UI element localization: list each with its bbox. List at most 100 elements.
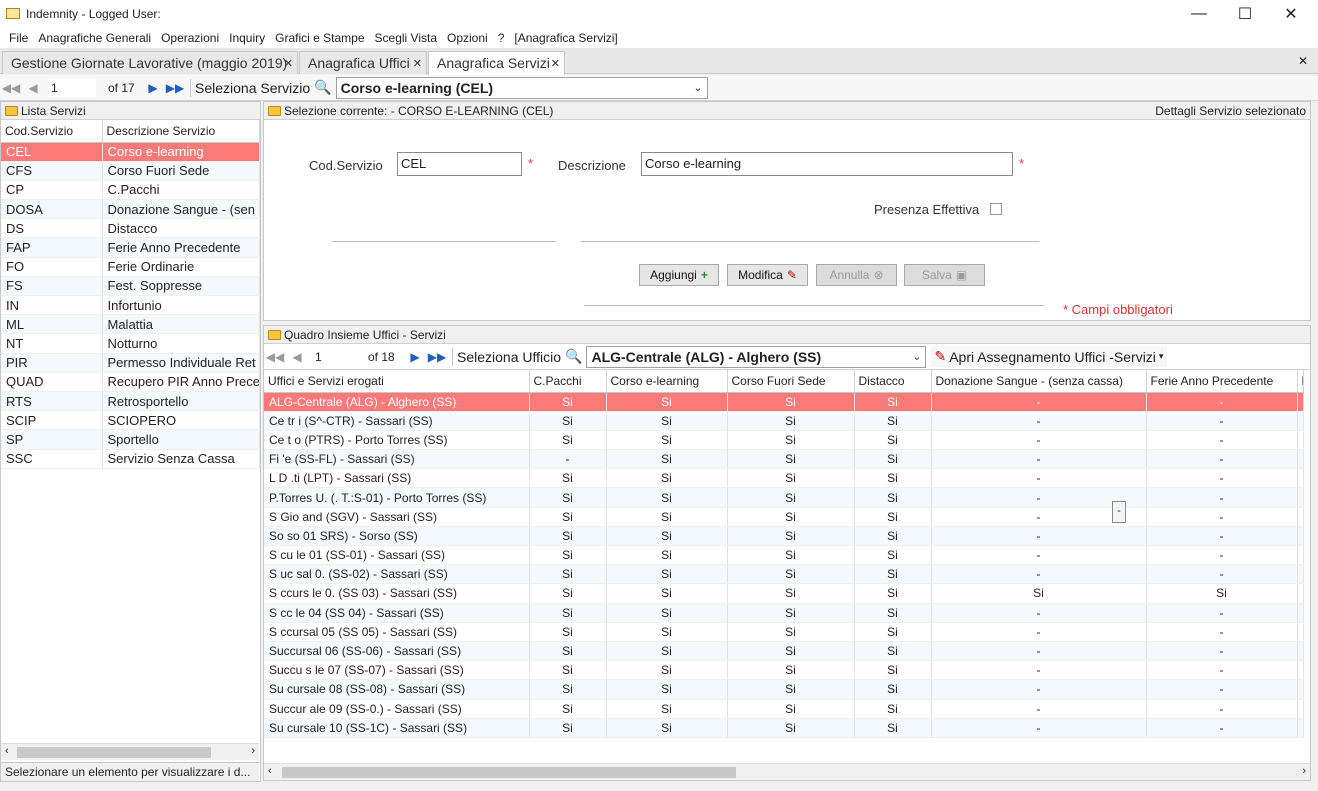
scroll-right-icon[interactable]: › — [251, 745, 255, 757]
desc-input[interactable]: Corso e-learning — [641, 152, 1013, 176]
table-row[interactable]: S cu le 01 (SS-01) - Sassari (SS) Si Si Si S… — [264, 545, 1304, 566]
scroll-left-icon[interactable]: ‹ — [5, 745, 9, 757]
list-item[interactable]: NT Notturno — [1, 333, 260, 354]
list-item[interactable]: CEL Corso e-learning — [1, 142, 260, 162]
float-button[interactable]: - — [1112, 501, 1126, 523]
column-header[interactable]: C.Pacchi — [529, 370, 607, 393]
menu-file[interactable]: File — [4, 28, 33, 48]
grid-hscrollbar[interactable]: ‹ › — [264, 763, 1310, 780]
close-tab-icon[interactable]: ✕ — [284, 57, 293, 70]
list-item[interactable]: IN Infortunio — [1, 295, 260, 316]
list-item[interactable]: SP Sportello — [1, 429, 260, 450]
table-row[interactable]: Su cursale 08 (SS-08) - Sassari (SS) Si Si… — [264, 679, 1304, 700]
list-item[interactable]: FO Ferie Ordinarie — [1, 257, 260, 277]
prev-record-icon[interactable]: ◀ — [22, 81, 44, 95]
tab-gestione-giornate[interactable]: Gestione Giornate Lavorative (maggio 201… — [2, 51, 298, 74]
scroll-thumb[interactable] — [282, 767, 736, 778]
column-header[interactable]: Uffici e Servizi erogati — [264, 370, 530, 393]
column-header[interactable]: Ferie Anno Precedente — [1146, 370, 1298, 393]
scroll-right-icon[interactable]: › — [1302, 765, 1306, 777]
minimize-icon[interactable]: — — [1176, 0, 1222, 28]
menu-inquiry[interactable]: Inquiry — [224, 28, 270, 48]
table-row[interactable]: L D .ti (LPT) - Sassari (SS) Si Si Si Si - - — [264, 468, 1304, 489]
list-item[interactable]: DOSA Donazione Sangue - (sen — [1, 199, 260, 220]
table-row[interactable]: S cc le 04 (SS 04) - Sassari (SS) Si Si Si S… — [264, 603, 1304, 623]
scroll-left-icon[interactable]: ‹ — [268, 765, 272, 777]
chevron-down-icon[interactable]: ⌄ — [693, 81, 702, 94]
table-row[interactable]: Succur ale 09 (SS-0.) - Sassari (SS) Si Si… — [264, 699, 1304, 719]
tab-anagrafica-uffici[interactable]: Anagrafica Uffici ✕ — [299, 51, 427, 74]
list-item[interactable]: CFS Corso Fuori Sede — [1, 161, 260, 181]
table-row[interactable]: S uc sal 0. (SS-02) - Sassari (SS) Si Si Si… — [264, 564, 1304, 585]
menu-anagrafiche[interactable]: Anagrafiche Generali — [33, 28, 156, 48]
table-row[interactable]: S ccurs le 0. (SS 03) - Sassari (SS) Si Si… — [264, 583, 1304, 604]
cod-input[interactable]: CEL — [397, 152, 522, 176]
table-row[interactable]: Fi 'e (SS-FL) - Sassari (SS) - Si Si Si - - — [264, 449, 1304, 470]
table-row[interactable]: Ce t o (PTRS) - Porto Torres (SS) Si Si Si S… — [264, 430, 1304, 451]
table-row[interactable]: S ccursal 05 (SS 05) - Sassari (SS) Si Si S… — [264, 622, 1304, 642]
list-item[interactable]: PIR Permesso Individuale Ret — [1, 353, 260, 373]
table-row[interactable]: Succursal 06 (SS-06) - Sassari (SS) Si Si S… — [264, 641, 1304, 662]
table-row[interactable]: Succu s le 07 (SS-07) - Sassari (SS) Si Si… — [264, 660, 1304, 681]
assign-button[interactable]: ✎ Apri Assegnamento Uffici -Servizi ▾ — [930, 346, 1168, 367]
col-cod-servizio[interactable]: Cod.Servizio — [1, 120, 103, 143]
menu-operazioni[interactable]: Operazioni — [156, 28, 224, 48]
list-item[interactable]: FAP Ferie Anno Precedente — [1, 237, 260, 258]
list-item[interactable]: DS Distacco — [1, 218, 260, 239]
office-combo[interactable]: ALG-Centrale (ALG) - Alghero (SS) ⌄ — [586, 345, 927, 368]
prev-record-icon[interactable]: ◀ — [286, 350, 308, 364]
column-header[interactable]: Distacco — [854, 370, 932, 393]
first-record-icon[interactable]: ◀◀ — [264, 350, 286, 364]
search-icon[interactable]: 🔍 — [565, 348, 582, 365]
menu-current-form[interactable]: [Anagrafica Servizi] — [509, 28, 622, 48]
edit-button[interactable]: Modifica ✎ — [727, 264, 808, 286]
table-row[interactable]: ALG-Centrale (ALG) - Alghero (SS) Si Si Si S… — [264, 392, 1304, 412]
scroll-thumb[interactable] — [17, 747, 211, 758]
table-row[interactable]: Ce tr i (S^-CTR) - Sassari (SS) Si Si Si Si -… — [264, 411, 1304, 431]
maximize-icon[interactable]: ☐ — [1222, 0, 1268, 28]
list-item[interactable]: SSC Servizio Senza Cassa — [1, 449, 260, 469]
list-item[interactable]: ML Malattia — [1, 314, 260, 335]
column-header[interactable]: Donazione Sangue - (senza cassa) — [931, 370, 1147, 393]
save-button[interactable]: Salva ▣ — [904, 264, 985, 286]
table-row[interactable]: So so 01 SRS) - Sorso (SS) Si Si Si Si - - — [264, 526, 1304, 547]
next-record-icon[interactable]: ▶ — [404, 350, 426, 364]
column-header[interactable]: Corso Fuori Sede — [727, 370, 855, 393]
column-header[interactable]: Corso e-learning — [606, 370, 728, 393]
tab-anagrafica-servizi[interactable]: Anagrafica Servizi ✕ — [428, 51, 565, 75]
menu-scegli-vista[interactable]: Scegli Vista — [370, 28, 442, 48]
search-icon[interactable]: 🔍 — [314, 79, 331, 96]
close-tab-icon[interactable]: ✕ — [551, 57, 560, 70]
close-icon[interactable]: ✕ — [1268, 0, 1314, 28]
list-item[interactable]: QUAD Recupero PIR Anno Prece — [1, 372, 260, 392]
list-item[interactable]: FS Fest. Soppresse — [1, 276, 260, 297]
cell-description: Ferie Ordinarie — [102, 257, 260, 277]
list-item[interactable]: SCIP SCIOPERO — [1, 410, 260, 431]
close-tab-icon[interactable]: ✕ — [413, 57, 422, 70]
page-input[interactable]: 1 — [48, 78, 96, 97]
select-service-label: Seleziona Servizio — [195, 79, 311, 96]
menu-opzioni[interactable]: Opzioni — [442, 28, 493, 48]
next-record-icon[interactable]: ▶ — [142, 81, 164, 95]
column-header[interactable]: Fe — [1297, 370, 1304, 393]
service-combo[interactable]: Corso e-learning (CEL) ⌄ — [335, 76, 708, 99]
list-item[interactable]: CP C.Pacchi — [1, 180, 260, 201]
last-record-icon[interactable]: ▶▶ — [426, 350, 448, 364]
add-button[interactable]: Aggiungi + — [639, 264, 719, 286]
first-record-icon[interactable]: ◀◀ — [0, 81, 22, 95]
menu-help[interactable]: ? — [493, 28, 510, 48]
chevron-down-icon[interactable]: ⌄ — [912, 350, 921, 363]
close-all-tabs-icon[interactable]: ✕ — [1298, 54, 1308, 68]
col-descrizione[interactable]: Descrizione Servizio — [102, 120, 260, 143]
presenza-checkbox[interactable] — [990, 203, 1002, 215]
list-item[interactable]: RTS Retrosportello — [1, 391, 260, 412]
table-row[interactable]: S Gio and (SGV) - Sassari (SS) Si Si Si Si - - — [264, 507, 1304, 527]
table-row[interactable]: P.Torres U. (. T.:S-01) - Porto Torres (… — [264, 487, 1304, 508]
last-record-icon[interactable]: ▶▶ — [164, 81, 186, 95]
page-input[interactable]: 1 — [312, 347, 360, 366]
cancel-button[interactable]: Annulla ⊗ — [816, 264, 897, 286]
table-row[interactable]: Su cursale 10 (SS-1C) - Sassari (SS) Si Si… — [264, 718, 1304, 738]
menu-grafici[interactable]: Grafici e Stampe — [270, 28, 369, 48]
cell-office: Succur ale 09 (SS-0.) - Sassari (SS) — [264, 699, 530, 719]
left-hscrollbar[interactable]: ‹ › — [1, 743, 259, 760]
